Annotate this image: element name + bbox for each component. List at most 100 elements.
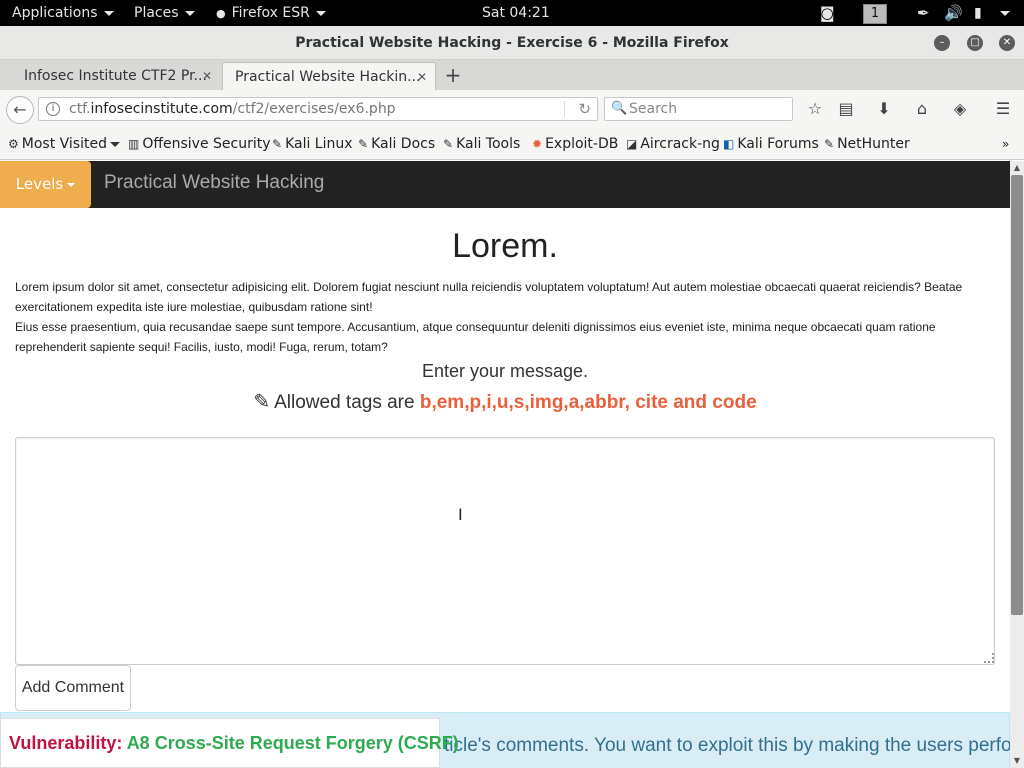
vulnerability-prefix: Vulnerability: [9,733,127,753]
site-brand[interactable]: Practical Website Hacking [104,161,324,208]
vulnerability-value: A8 Cross-Site Request Forgery (CSRF) [126,733,459,753]
hamburger-menu-icon[interactable]: ☰ [993,99,1013,119]
tab-label: Practical Website Hackin... [235,69,421,85]
bookmarks-overflow-icon[interactable]: » [1002,128,1009,160]
pocket-icon[interactable]: ◈ [950,99,970,119]
bookmark-label: Kali Docs [371,136,436,152]
reading-list-icon[interactable]: ▤ [836,99,856,119]
allowed-tags-line: ✎ Allowed tags are b,em,p,i,u,s,img,a,abb… [0,389,1010,414]
kali-icon: ✎ [824,137,835,151]
kali-icon: ✎ [443,137,454,151]
levels-label: Levels [15,175,64,193]
page-title: Lorem. [452,227,558,265]
url-host: infosecinstitute.com [90,101,233,117]
vulnerability-label: Vulnerability: A8 Cross-Site Request For… [9,733,459,754]
close-tab-icon[interactable]: ✕ [202,62,212,90]
system-top-bar: Applications Places ● Firefox ESR Sat 04:… [0,0,1024,26]
bookmark-nethunter[interactable]: ✎ NetHunter [824,128,910,160]
places-menu[interactable]: Places [134,0,195,26]
system-menu[interactable] [994,0,1010,26]
new-tab-button[interactable]: + [444,62,462,88]
close-tab-icon[interactable]: ✕ [417,63,427,90]
search-icon: 🔍 [611,101,628,116]
url-bar[interactable]: i ctf.infosecinstitute.com/ctf2/exercise… [38,97,598,121]
video-icon[interactable]: ◙ [820,0,835,26]
workspace-number: 1 [863,4,887,24]
bookmark-label: NetHunter [837,136,910,152]
pencil-icon: ✎ [253,391,271,413]
scroll-down-icon[interactable]: ▼ [1010,754,1024,768]
add-comment-button[interactable]: Add Comment [15,665,131,711]
bookmark-label: Kali Forums [737,136,819,152]
reload-icon[interactable]: ↻ [578,98,591,120]
workspace-indicator[interactable]: 1 [863,3,887,24]
volume-icon[interactable]: 🔊 [944,0,963,26]
tab-practical-website-hacking[interactable]: Practical Website Hackin... ✕ [222,62,436,90]
exploitdb-icon: ✹ [532,137,543,151]
bookmark-offensive-security[interactable]: ▥ Offensive Security [128,128,271,160]
bookmark-label: Aircrack-ng [640,136,720,152]
lorem-paragraph-1: Lorem ipsum dolor sit amet, consectetur … [15,280,963,314]
allowed-tags-prefix: Allowed tags are [274,392,420,413]
bookmark-kali-docs[interactable]: ✎ Kali Docs [358,128,435,160]
minimize-button[interactable]: – [934,35,950,51]
comment-textarea[interactable] [15,437,995,665]
allowed-tags-list: b,em,p,i,u,s,img,a,abbr, cite and code [419,392,757,413]
resize-grip-icon[interactable] [984,653,994,663]
offsec-icon: ▥ [128,137,140,151]
bookmark-kali-tools[interactable]: ✎ Kali Tools [443,128,520,160]
clock[interactable]: Sat 04:21 [482,0,550,26]
url-path: /ctf2/exercises/ex6.php [232,101,396,117]
window-title: Practical Website Hacking - Exercise 6 -… [295,35,729,51]
chevron-down-icon [67,182,76,187]
tab-infosec-ctf2[interactable]: Infosec Institute CTF2 Pr... ✕ [12,62,220,90]
pen-icon[interactable]: ✒ [917,0,930,26]
bookmarks-toolbar: ⚙ Most Visited ▥ Offensive Security ✎ Kali … [0,128,1024,160]
kali-forums-icon: ◧ [723,137,735,151]
bookmark-most-visited[interactable]: ⚙ Most Visited [8,128,120,160]
search-placeholder: Search [629,101,678,117]
web-page: Levels Practical Website Hacking Lorem. … [0,161,1010,768]
bookmark-star-icon[interactable]: ☆ [805,99,825,119]
vulnerability-badge: Vulnerability: A8 Cross-Site Request For… [0,718,459,768]
places-label: Places [134,5,179,21]
info-alert-text: ticle's comments. You want to exploit th… [444,735,1010,756]
scroll-up-icon[interactable]: ▲ [1010,161,1024,175]
bookmark-label: Most Visited [21,136,107,152]
chevron-down-icon [184,10,195,16]
bookmark-label: Kali Linux [285,136,353,152]
bookmark-kali-linux[interactable]: ✎ Kali Linux [272,128,353,160]
close-window-button[interactable]: ✕ [999,35,1015,51]
chevron-down-icon [315,10,326,16]
bookmark-label: Kali Tools [456,136,521,152]
chevron-down-icon [109,141,120,147]
message-prompt: Enter your message. [421,361,589,381]
download-icon[interactable]: ⬇ [874,99,894,119]
bookmark-aircrack-ng[interactable]: ◪ Aircrack-ng [626,128,720,160]
back-button[interactable]: ← [6,96,34,124]
page-scrollbar[interactable]: ▲ ▼ [1010,161,1024,768]
applications-menu[interactable]: Applications [12,0,114,26]
tab-label: Infosec Institute CTF2 Pr... [24,68,207,84]
text-cursor-icon: I [458,505,463,524]
maximize-button[interactable]: □ [967,35,983,51]
bookmark-exploit-db[interactable]: ✹ Exploit-DB [532,128,618,160]
levels-dropdown-button[interactable]: Levels [0,161,91,208]
applications-label: Applications [12,5,98,21]
gear-icon: ⚙ [8,137,19,151]
chevron-down-icon [1000,10,1010,16]
info-icon[interactable]: i [46,102,60,116]
lorem-paragraph-2: Eius esse praesentium, quia recusandae s… [15,320,936,354]
kali-icon: ✎ [358,137,369,151]
bookmark-label: Offensive Security [142,136,271,152]
tab-strip: Infosec Institute CTF2 Pr... ✕ Practical… [0,60,1024,90]
battery-icon[interactable]: ▮ [974,0,982,26]
bookmark-kali-forums[interactable]: ◧ Kali Forums [723,128,819,160]
firefox-icon: ● [216,7,226,20]
scrollbar-thumb[interactable] [1011,175,1023,615]
kali-icon: ✎ [272,137,283,151]
site-navbar: Levels Practical Website Hacking [0,161,1010,208]
firefox-app-menu[interactable]: ● Firefox ESR [216,0,326,26]
home-icon[interactable]: ⌂ [912,99,932,119]
search-input[interactable]: 🔍 Search [604,97,793,121]
